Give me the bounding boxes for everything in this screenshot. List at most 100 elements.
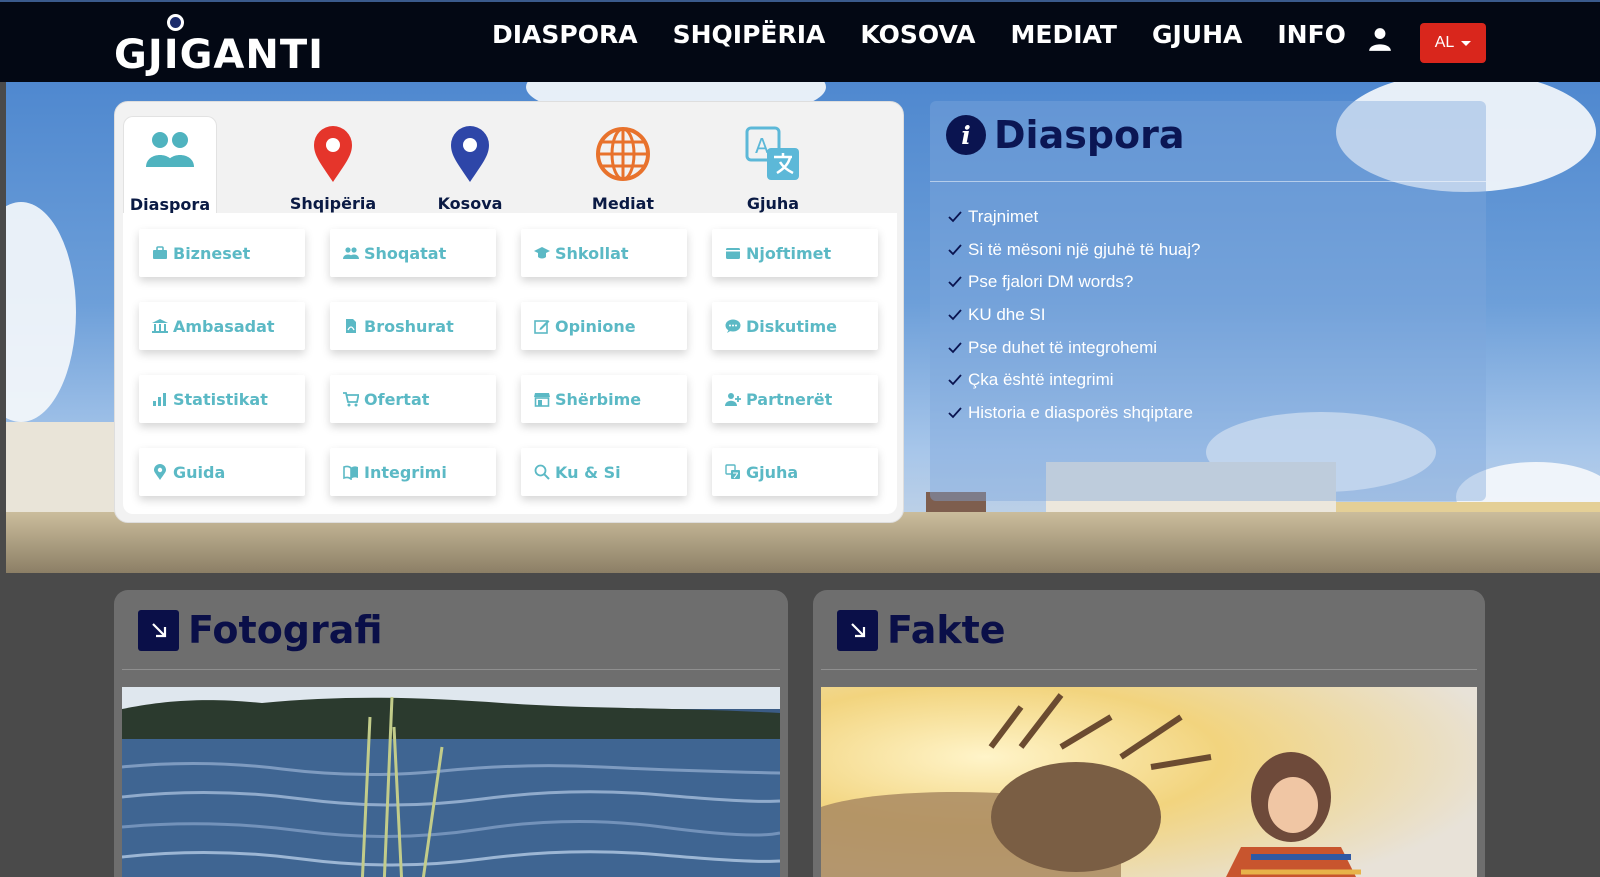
category-label: Bizneset (173, 243, 251, 263)
search-icon (534, 464, 550, 480)
category-partneret[interactable]: Partnerët (712, 375, 878, 423)
category-shoqatat[interactable]: Shoqatat (330, 229, 496, 277)
info-link-dm-words[interactable]: Pse fjalori DM words? (948, 266, 1201, 299)
info-title: Diaspora (994, 113, 1185, 157)
nav-diaspora[interactable]: DIASPORA (492, 20, 638, 49)
users-icon (343, 247, 359, 259)
category-shkollat[interactable]: Shkollat (521, 229, 687, 277)
tab-label: Kosova (437, 194, 503, 213)
category-statistikat[interactable]: Statistikat (139, 375, 305, 423)
category-label: Ofertat (364, 389, 430, 409)
graduation-cap-icon (534, 247, 550, 259)
store-icon (534, 393, 550, 407)
category-panel: Diaspora Shqipëria Kosova Mediat A Gjuha… (114, 101, 904, 523)
card-fakte: Fakte (813, 590, 1485, 877)
reindeer-photo[interactable] (821, 687, 1477, 877)
category-label: Opinione (555, 316, 636, 336)
info-link-integrimi[interactable]: Çka është integrimi (948, 364, 1201, 397)
info-link-integrohemi[interactable]: Pse duhet të integrohemi (948, 331, 1201, 364)
card-title: Fotografi (188, 608, 383, 652)
tab-diaspora[interactable]: Diaspora (123, 116, 217, 214)
check-icon (948, 342, 962, 353)
card-title: Fakte (887, 608, 1006, 652)
info-link-ku-dhe-si[interactable]: KU dhe SI (948, 299, 1201, 332)
briefcase-icon (153, 246, 167, 259)
users-icon (146, 132, 194, 167)
language-dropdown[interactable]: AL (1420, 23, 1486, 63)
main-nav: DIASPORA SHQIPËRIA KOSOVA MEDIAT GJUHA I… (492, 20, 1381, 49)
category-bizneset[interactable]: Bizneset (139, 229, 305, 277)
info-link-trajnimet[interactable]: Trajnimet (948, 201, 1201, 234)
category-label: Shkollat (555, 243, 629, 263)
category-label: Broshurat (364, 316, 454, 336)
info-header: i Diaspora (946, 113, 1185, 157)
edit-icon (534, 320, 550, 334)
nav-kosova[interactable]: KOSOVA (860, 20, 975, 49)
check-icon (948, 276, 962, 288)
category-sherbime[interactable]: Shërbime (521, 375, 687, 423)
divider (122, 669, 780, 670)
card-header[interactable]: Fotografi (138, 608, 383, 652)
nav-shqiperia[interactable]: SHQIPËRIA (673, 20, 826, 49)
tab-gjuha[interactable]: A Gjuha (733, 116, 813, 214)
category-ofertat[interactable]: Ofertat (330, 375, 496, 423)
category-ku-si[interactable]: Ku & Si (521, 448, 687, 496)
nav-mediat[interactable]: MEDIAT (1010, 20, 1116, 49)
category-label: Ambasadat (173, 316, 275, 336)
category-label: Gjuha (746, 462, 799, 482)
info-link-label: Pse fjalori DM words? (968, 272, 1134, 292)
category-label: Ku & Si (555, 462, 621, 482)
caret-down-icon (1461, 40, 1472, 46)
map-pin-red-icon (314, 126, 352, 182)
map-marker-icon (154, 464, 166, 480)
category-gjuha[interactable]: Gjuha (712, 448, 878, 496)
category-ambasadat[interactable]: Ambasadat (139, 302, 305, 350)
category-integrimi[interactable]: Integrimi (330, 448, 496, 496)
category-label: Diskutime (746, 316, 837, 336)
info-icon: i (946, 115, 986, 155)
user-icon[interactable] (1367, 26, 1393, 52)
bar-chart-icon (153, 393, 166, 406)
card-header[interactable]: Fakte (837, 608, 1006, 652)
nav-info[interactable]: INFO (1277, 20, 1346, 49)
logo-dot-icon (167, 14, 184, 31)
category-tabs: Diaspora Shqipëria Kosova Mediat A Gjuha (123, 116, 897, 214)
category-opinione[interactable]: Opinione (521, 302, 687, 350)
lake-photo[interactable] (122, 687, 780, 877)
category-guida[interactable]: Guida (139, 448, 305, 496)
category-label: Integrimi (364, 462, 447, 482)
tab-mediat[interactable]: Mediat (578, 116, 668, 214)
logo-text: GJIGANTI (114, 32, 325, 78)
info-link-gjuhe-te-huaj[interactable]: Si të mësoni një gjuhë të huaj? (948, 234, 1201, 267)
translate-icon: A (745, 126, 799, 180)
divider (930, 181, 1486, 182)
tab-label: Diaspora (129, 195, 211, 214)
info-link-label: Si të mësoni një gjuhë të huaj? (968, 239, 1201, 259)
category-label: Njoftimet (746, 243, 832, 263)
translate-icon (725, 464, 740, 479)
info-panel: i Diaspora Trajnimet Si të mësoni një gj… (930, 101, 1486, 501)
language-label: AL (1434, 34, 1455, 51)
category-njoftimet[interactable]: Njoftimet (712, 229, 878, 277)
info-link-label: Çka është integrimi (968, 370, 1114, 390)
check-icon (948, 309, 962, 321)
category-broshurat[interactable]: Broshurat (330, 302, 496, 350)
svg-text:A: A (755, 134, 769, 158)
info-link-label: Historia e diasporës shqiptare (968, 402, 1193, 422)
map-pin-blue-icon (451, 126, 489, 182)
logo[interactable]: GJIGANTI (114, 10, 325, 78)
info-link-label: KU dhe SI (968, 305, 1046, 325)
category-label: Shërbime (555, 389, 642, 409)
tab-kosova[interactable]: Kosova (425, 116, 515, 214)
nav-gjuha[interactable]: GJUHA (1152, 20, 1242, 49)
category-label: Guida (173, 462, 226, 482)
top-navbar: GJIGANTI DIASPORA SHQIPËRIA KOSOVA MEDIA… (0, 0, 1600, 82)
info-link-label: Trajnimet (968, 207, 1039, 227)
tab-shqiperia[interactable]: Shqipëria (283, 116, 383, 214)
arrow-down-right-icon (837, 609, 878, 651)
info-link-historia[interactable]: Historia e diasporës shqiptare (948, 397, 1201, 430)
category-label: Statistikat (173, 389, 268, 409)
arrow-down-right-icon (138, 609, 179, 651)
globe-icon (596, 127, 650, 181)
category-diskutime[interactable]: Diskutime (712, 302, 878, 350)
